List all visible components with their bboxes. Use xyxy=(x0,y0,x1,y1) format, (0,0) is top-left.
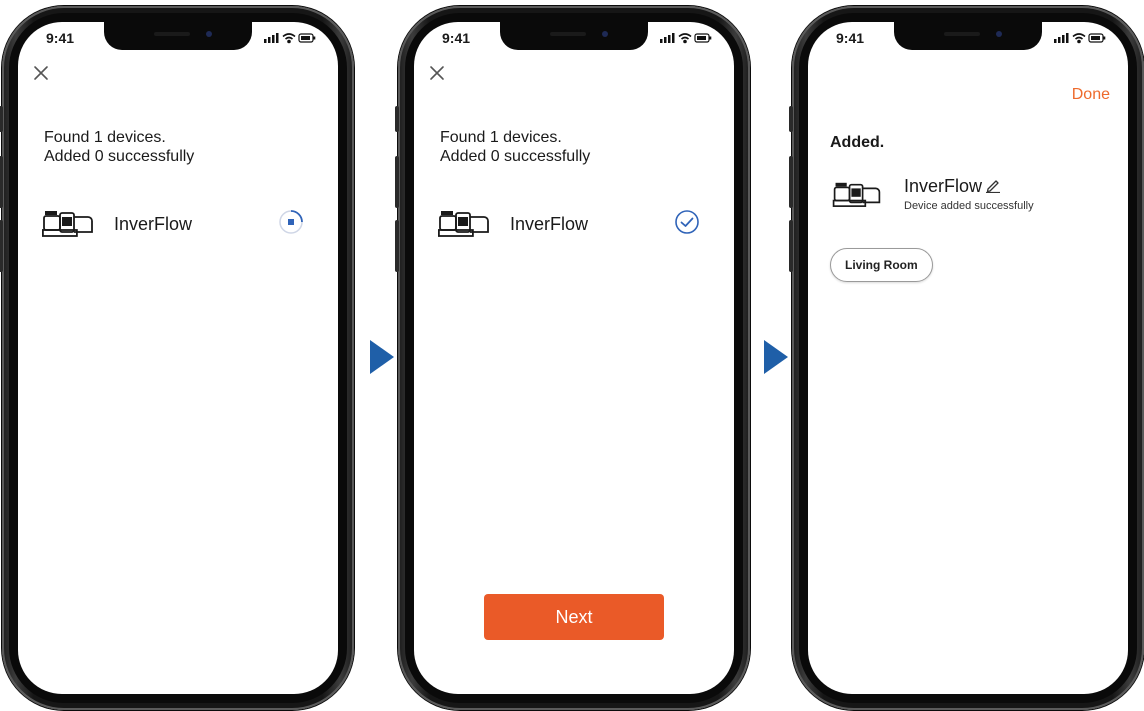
screen-added: 9:41 Found 1 devices. Added 0 successful… xyxy=(414,22,734,694)
screen-adding: 9:41 Found 1 devices. Added 0 successful… xyxy=(18,22,338,694)
device-list-item[interactable]: InverFlow xyxy=(438,206,700,240)
phone-side-button xyxy=(789,106,793,132)
battery-icon xyxy=(694,33,712,43)
device-name: InverFlow xyxy=(510,214,589,234)
status-icons xyxy=(1054,33,1106,44)
battery-icon xyxy=(1088,33,1106,43)
found-summary: Found 1 devices. Added 0 successfully xyxy=(44,128,194,166)
status-icons xyxy=(660,33,712,44)
phone-side-button xyxy=(395,156,399,208)
device-name-row: InverFlow xyxy=(904,176,1001,197)
pump-device-icon xyxy=(42,211,93,237)
found-summary: Found 1 devices. Added 0 successfully xyxy=(440,128,590,166)
status-time: 9:41 xyxy=(46,30,75,46)
phone-frame-2: 9:41 Found 1 devices. Added 0 successful… xyxy=(395,6,750,710)
notch xyxy=(894,22,1042,50)
added-device-item: InverFlow Device added successfully xyxy=(832,172,1092,216)
pump-device-icon xyxy=(832,182,881,207)
phone-side-button xyxy=(395,106,399,132)
status-time: 9:41 xyxy=(442,30,471,46)
edit-pencil-icon[interactable] xyxy=(985,177,1001,193)
device-list-item[interactable]: InverFlow xyxy=(42,206,304,240)
check-circle-icon xyxy=(675,210,699,234)
phone-side-button xyxy=(789,156,793,208)
room-chip-living-room[interactable]: Living Room xyxy=(830,248,933,282)
device-name: InverFlow xyxy=(114,214,193,234)
added-count-text: Added 0 successfully xyxy=(440,148,591,165)
phone-side-button xyxy=(0,220,3,272)
screen-complete: 9:41 Done Added. InverFlow Device added … xyxy=(808,22,1128,694)
phone-side-button xyxy=(0,106,3,132)
notch xyxy=(104,22,252,50)
phone-side-button xyxy=(0,156,3,208)
signal-icon xyxy=(1054,33,1069,43)
phone-frame-3: 9:41 Done Added. InverFlow Device added … xyxy=(789,6,1144,710)
wifi-icon xyxy=(282,33,296,44)
added-title: Added. xyxy=(830,134,885,151)
phone-frame-1: 9:41 Found 1 devices. Added 0 successful… xyxy=(0,6,354,710)
done-button[interactable]: Done xyxy=(1072,86,1110,104)
device-status-text: Device added successfully xyxy=(904,200,1034,212)
pump-device-icon xyxy=(438,211,489,237)
loading-spinner-icon xyxy=(279,210,303,234)
found-count-text: Found 1 devices. xyxy=(440,129,562,146)
signal-icon xyxy=(660,33,675,43)
phone-side-button xyxy=(395,220,399,272)
added-count-text: Added 0 successfully xyxy=(44,148,195,165)
device-name: InverFlow xyxy=(904,176,983,196)
status-time: 9:41 xyxy=(836,30,865,46)
next-arrow-icon xyxy=(764,340,788,374)
next-button[interactable]: Next xyxy=(484,594,664,640)
notch xyxy=(500,22,648,50)
wifi-icon xyxy=(1072,33,1086,44)
close-icon[interactable] xyxy=(32,64,50,82)
battery-icon xyxy=(298,33,316,43)
status-icons xyxy=(264,33,316,44)
found-count-text: Found 1 devices. xyxy=(44,129,166,146)
signal-icon xyxy=(264,33,279,43)
next-arrow-icon xyxy=(370,340,394,374)
wifi-icon xyxy=(678,33,692,44)
close-icon[interactable] xyxy=(428,64,446,82)
phone-side-button xyxy=(789,220,793,272)
